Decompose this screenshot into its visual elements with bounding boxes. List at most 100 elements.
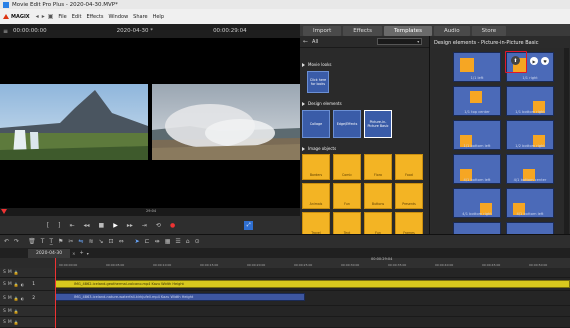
pip-template-thumb[interactable]: 4/1 bottom center [506, 154, 554, 184]
playhead-marker[interactable] [1, 209, 7, 214]
rewind-icon[interactable]: ◂◂ [84, 222, 90, 229]
lock-icon[interactable]: 🔒 [14, 270, 19, 275]
back-arrow-icon[interactable]: ← [303, 38, 308, 45]
mute-icon[interactable]: M [8, 282, 12, 287]
mark-out-icon[interactable]: ] [58, 222, 60, 229]
close-icon[interactable]: × [72, 251, 75, 256]
menu-file[interactable]: File [58, 14, 66, 20]
favorite-icon[interactable]: ♥ [541, 57, 549, 65]
timeline-ruler[interactable]: 00:00:29:04 00:00:00:00 00:00:05:00 00:00:… [55, 257, 570, 268]
image-object-tile[interactable]: Flora [364, 154, 392, 180]
image-object-tile[interactable]: Comic [333, 154, 361, 180]
marker-icon[interactable]: ⚑ [58, 238, 63, 245]
image-object-tile[interactable]: Fun [333, 183, 361, 209]
mute-icon[interactable]: M [8, 309, 12, 314]
mute-icon[interactable]: M [8, 296, 12, 301]
record-icon[interactable]: ● [170, 222, 175, 229]
cursor-icon[interactable]: ➤ [135, 238, 140, 245]
storyboard-icon[interactable]: ▦ [165, 238, 171, 245]
expand-marker[interactable] [302, 147, 305, 151]
mute-icon[interactable]: M [8, 320, 12, 325]
pip-template-thumb[interactable]: 4/1 bottom left [453, 154, 501, 184]
snap-icon[interactable]: ⌂ [186, 238, 190, 245]
visibility-icon[interactable]: ◐ [21, 296, 25, 301]
solo-icon[interactable]: S [3, 282, 6, 287]
tab-list-icon[interactable]: ▾ [87, 251, 89, 256]
pointer-mode-icon[interactable]: ↘ [99, 238, 104, 245]
fullscreen-icon[interactable]: ⤢ [244, 220, 254, 230]
title-icon[interactable]: T̲ [49, 238, 53, 245]
lock-icon[interactable]: 🔒 [14, 282, 19, 287]
project-tab[interactable]: 2020-04-30 [28, 248, 71, 258]
undo-icon[interactable]: ↶ [4, 238, 9, 245]
lock-icon[interactable]: 🔒 [14, 309, 19, 314]
preview-scrubbar[interactable]: 29:04 [0, 208, 300, 216]
play-preview-icon[interactable]: ▶ [530, 57, 538, 65]
tab-templates[interactable]: Templates [383, 25, 432, 36]
design-edge-effects-tile[interactable]: Edge/Effects [333, 110, 361, 138]
scrollbar[interactable] [564, 48, 569, 234]
mute-icon[interactable]: M [8, 270, 12, 275]
add-tab-icon[interactable]: + [80, 250, 84, 256]
movie-looks-tile[interactable]: Click here for looks [307, 71, 329, 93]
solo-icon[interactable]: S [3, 270, 6, 275]
play-icon[interactable]: ▶ [113, 222, 118, 229]
menu-edit[interactable]: Edit [72, 14, 82, 20]
menu-window[interactable]: Window [108, 14, 128, 20]
preview-monitor[interactable] [0, 38, 300, 208]
mark-in-icon[interactable]: [ [47, 222, 49, 229]
hamburger-icon[interactable]: ≡ [3, 28, 8, 35]
filter-dropdown[interactable]: ▾ [377, 38, 423, 45]
expand-marker[interactable] [302, 63, 305, 67]
solo-icon[interactable]: S [3, 296, 6, 301]
delete-icon[interactable]: 🗑 [28, 238, 36, 245]
pip-template-thumb[interactable]: 4/1 bottom right [453, 188, 501, 218]
stop-icon[interactable]: ■ [99, 222, 105, 229]
tab-store[interactable]: Store [471, 25, 507, 36]
trim-icon[interactable]: ⊏ [145, 238, 150, 245]
prev-marker-icon[interactable]: ⇤ [69, 222, 74, 229]
image-object-tile[interactable]: Food [395, 154, 423, 180]
pip-template-thumb[interactable]: 4/1 bottom left [506, 188, 554, 218]
lock-icon[interactable]: 🔒 [14, 296, 19, 301]
redo-icon[interactable]: ↷ [14, 238, 19, 245]
image-object-tile[interactable]: Animals [302, 183, 330, 209]
stretch-icon[interactable]: ⇔ [119, 238, 124, 245]
solo-icon[interactable]: S [3, 309, 6, 314]
tab-import[interactable]: Import [303, 25, 342, 36]
menu-effects[interactable]: Effects [86, 14, 103, 20]
timeline-clip[interactable]: IMG_4862-iceland-geothermal-volcano.mp4 … [55, 280, 570, 288]
loop-icon[interactable]: ⟲ [156, 222, 161, 229]
auto-icon[interactable]: ⊙ [195, 238, 200, 245]
nav-forward-icon[interactable]: ▸ [42, 13, 45, 20]
timeline-playhead[interactable] [55, 258, 56, 328]
link-icon[interactable]: ⇋ [78, 238, 83, 245]
solo-icon[interactable]: S [3, 320, 6, 325]
text-icon[interactable]: T [41, 238, 45, 245]
design-collage-tile[interactable]: Collage [302, 110, 330, 138]
timeline-clip[interactable]: IMG_4863-iceland-nature-waterfall-kirkju… [55, 293, 305, 301]
next-marker-icon[interactable]: ⇥ [142, 222, 147, 229]
pip-template-thumb[interactable]: 1/1 left [453, 52, 501, 82]
image-object-tile[interactable]: Borders [302, 154, 330, 180]
save-icon[interactable]: ▣ [48, 13, 54, 20]
group-icon[interactable]: ⊡ [109, 238, 114, 245]
expand-marker[interactable] [302, 102, 305, 106]
menu-help[interactable]: Help [153, 14, 164, 20]
pip-template-thumb[interactable]: 1/1 bottom right [506, 86, 554, 116]
nav-back-icon[interactable]: ◂ [36, 13, 39, 20]
visibility-icon[interactable]: ◐ [21, 282, 25, 287]
ripple-icon[interactable]: ≋ [88, 238, 93, 245]
image-object-tile[interactable]: Buttons [364, 183, 392, 209]
pip-template-thumb[interactable]: 1/1 bottom left [453, 120, 501, 150]
pip-template-thumb[interactable]: 1/2 bottom right [506, 120, 554, 150]
design-pip-basic-tile[interactable]: Picture-in-Picture Basic [364, 110, 392, 138]
menu-share[interactable]: Share [133, 14, 147, 20]
lock-icon[interactable]: 🔒 [14, 320, 19, 325]
tab-audio[interactable]: Audio [433, 25, 470, 36]
slip-icon[interactable]: ⇹ [155, 238, 160, 245]
upload-icon[interactable]: ⬆ [511, 56, 520, 65]
pip-template-thumb[interactable]: 1/1 top center [453, 86, 501, 116]
forward-icon[interactable]: ▸▸ [127, 222, 133, 229]
split-icon[interactable]: ✂ [68, 238, 73, 245]
